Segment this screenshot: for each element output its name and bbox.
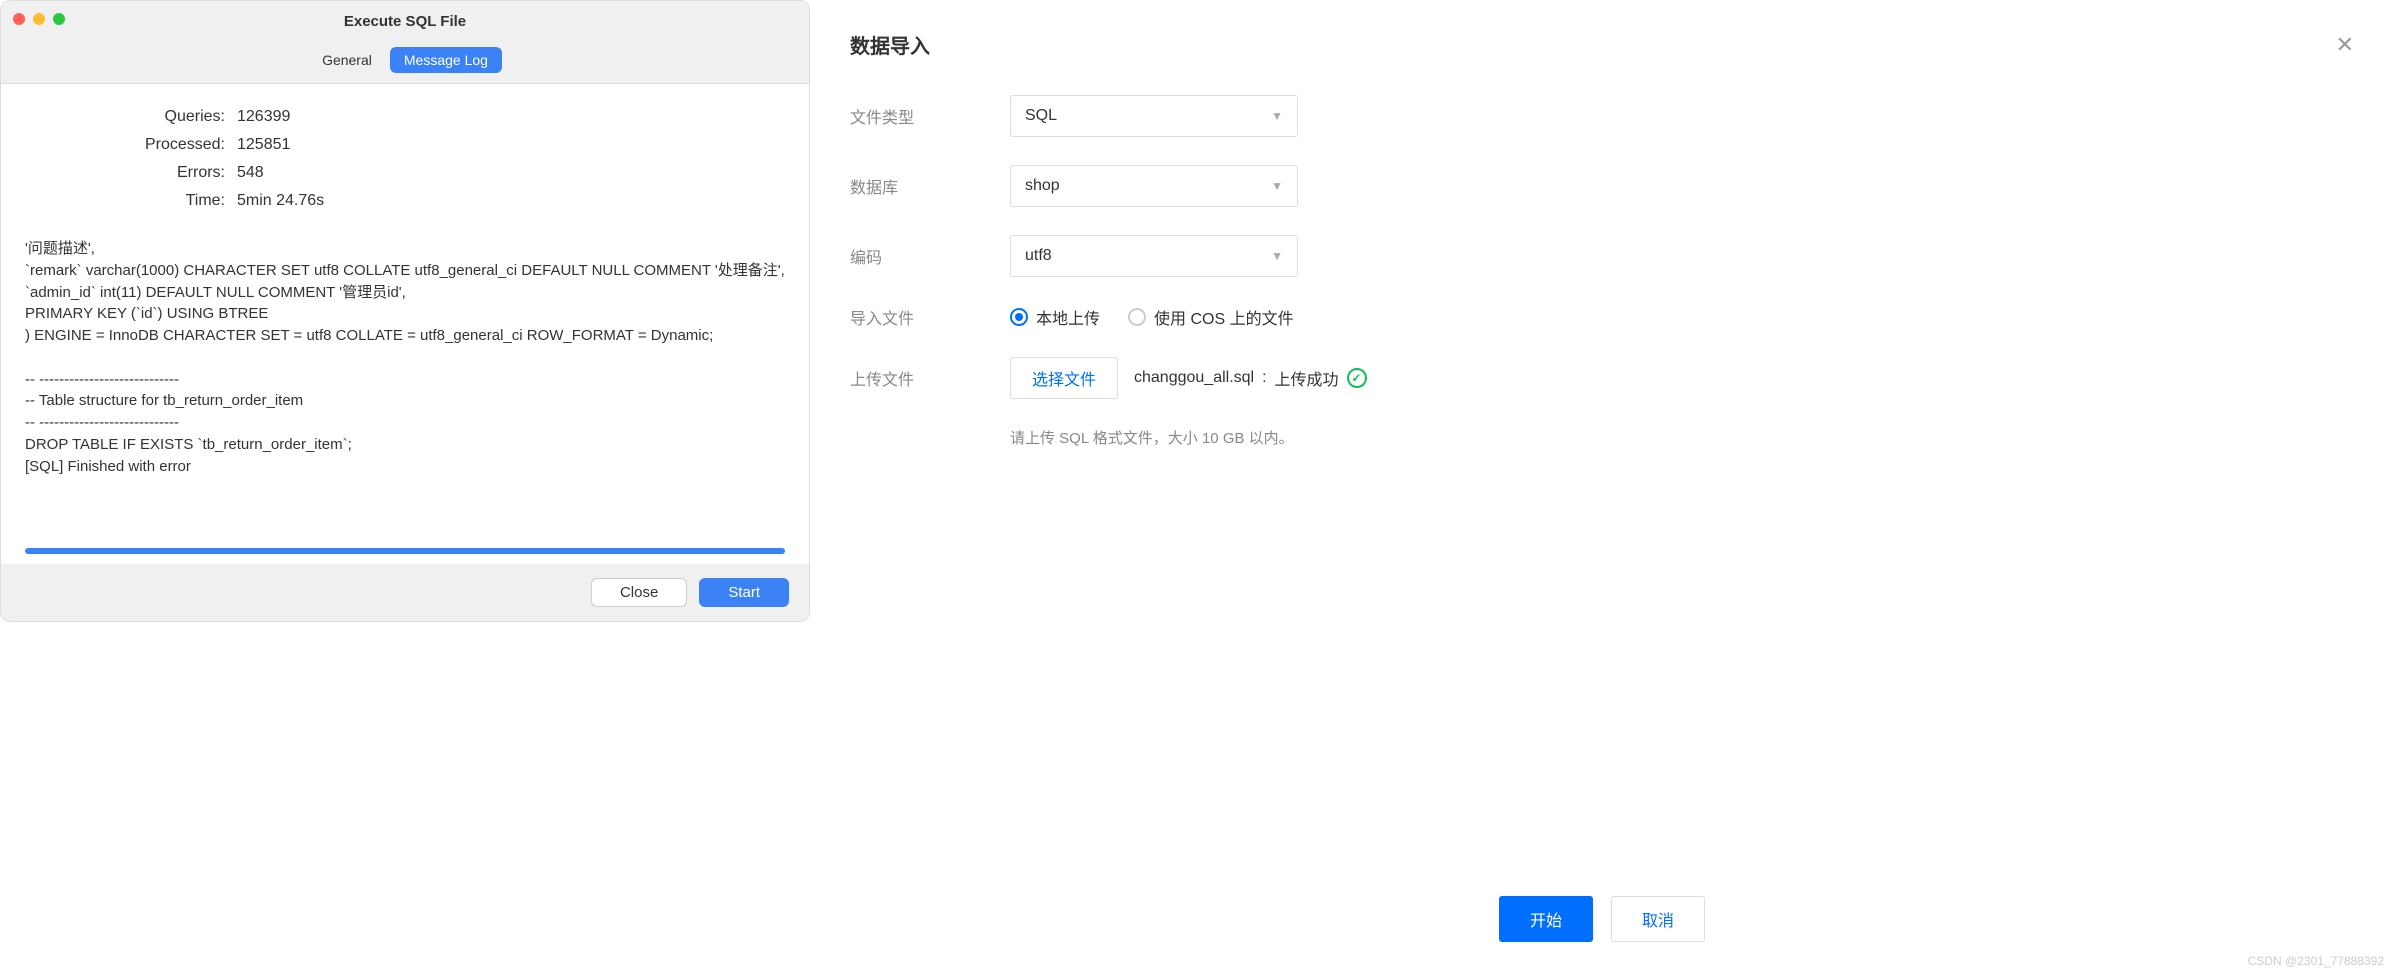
file-type-value: SQL — [1025, 107, 1057, 125]
time-label: Time: — [25, 192, 225, 210]
file-upload-status: changgou_all.sql : 上传成功 ✓ — [1134, 366, 1367, 390]
content-area: Queries: 126399 Processed: 125851 Errors… — [1, 84, 809, 564]
panel-header: 数据导入 ✕ — [850, 30, 2354, 59]
window-title: Execute SQL File — [344, 13, 466, 30]
watermark: CSDN @2301_77888392 — [2248, 954, 2384, 968]
chevron-down-icon: ▼ — [1271, 249, 1283, 263]
success-icon: ✓ — [1347, 368, 1367, 388]
radio-icon — [1010, 308, 1028, 326]
database-value: shop — [1025, 177, 1060, 195]
stats-grid: Queries: 126399 Processed: 125851 Errors… — [25, 108, 785, 210]
radio-cos-label: 使用 COS 上的文件 — [1154, 305, 1294, 329]
row-database: 数据库 shop ▼ — [850, 165, 2354, 207]
tabs: General Message Log — [1, 41, 809, 84]
close-button[interactable]: Close — [591, 578, 687, 607]
log-output: '问题描述', `remark` varchar(1000) CHARACTER… — [25, 238, 785, 538]
execute-sql-dialog: Execute SQL File General Message Log Que… — [0, 0, 810, 622]
errors-label: Errors: — [25, 164, 225, 182]
tab-message-log[interactable]: Message Log — [390, 47, 502, 73]
row-upload-file: 上传文件 选择文件 changgou_all.sql : 上传成功 ✓ — [850, 357, 2354, 399]
panel-title: 数据导入 — [850, 30, 930, 59]
traffic-lights — [13, 13, 65, 25]
start-import-button[interactable]: 开始 — [1499, 896, 1593, 942]
upload-file-label: 上传文件 — [850, 366, 1010, 390]
cancel-import-button[interactable]: 取消 — [1611, 896, 1705, 942]
queries-label: Queries: — [25, 108, 225, 126]
processed-value: 125851 — [237, 136, 785, 154]
choose-file-button[interactable]: 选择文件 — [1010, 357, 1118, 399]
database-label: 数据库 — [850, 174, 1010, 198]
status-separator: : — [1262, 369, 1266, 387]
panel-footer: 开始 取消 — [850, 896, 2354, 952]
encoding-label: 编码 — [850, 244, 1010, 268]
encoding-value: utf8 — [1025, 247, 1052, 265]
upload-hint: 请上传 SQL 格式文件，大小 10 GB 以内。 — [1010, 427, 2354, 448]
errors-value: 548 — [237, 164, 785, 182]
time-value: 5min 24.76s — [237, 192, 785, 210]
upload-status-text: 上传成功 — [1275, 366, 1339, 390]
radio-local-upload[interactable]: 本地上传 — [1010, 305, 1100, 329]
tab-general[interactable]: General — [308, 47, 386, 73]
dialog-buttons: Close Start — [1, 564, 809, 621]
close-window-icon[interactable] — [13, 13, 25, 25]
row-encoding: 编码 utf8 ▼ — [850, 235, 2354, 277]
start-button[interactable]: Start — [699, 578, 789, 607]
radio-cos-file[interactable]: 使用 COS 上的文件 — [1128, 305, 1294, 329]
data-import-panel: 数据导入 ✕ 文件类型 SQL ▼ 数据库 shop ▼ 编码 utf8 ▼ 导… — [810, 0, 2394, 972]
file-type-select[interactable]: SQL ▼ — [1010, 95, 1298, 137]
row-file-type: 文件类型 SQL ▼ — [850, 95, 2354, 137]
minimize-window-icon[interactable] — [33, 13, 45, 25]
chevron-down-icon: ▼ — [1271, 179, 1283, 193]
encoding-select[interactable]: utf8 ▼ — [1010, 235, 1298, 277]
chevron-down-icon: ▼ — [1271, 109, 1283, 123]
maximize-window-icon[interactable] — [53, 13, 65, 25]
titlebar: Execute SQL File — [1, 1, 809, 41]
import-file-label: 导入文件 — [850, 305, 1010, 329]
radio-local-label: 本地上传 — [1036, 305, 1100, 329]
progress-bar — [25, 548, 785, 554]
processed-label: Processed: — [25, 136, 225, 154]
queries-value: 126399 — [237, 108, 785, 126]
import-source-radio-group: 本地上传 使用 COS 上的文件 — [1010, 305, 1294, 329]
row-import-file: 导入文件 本地上传 使用 COS 上的文件 — [850, 305, 2354, 329]
uploaded-file-name: changgou_all.sql — [1134, 369, 1254, 387]
database-select[interactable]: shop ▼ — [1010, 165, 1298, 207]
file-type-label: 文件类型 — [850, 104, 1010, 128]
close-icon[interactable]: ✕ — [2336, 32, 2354, 58]
radio-icon — [1128, 308, 1146, 326]
